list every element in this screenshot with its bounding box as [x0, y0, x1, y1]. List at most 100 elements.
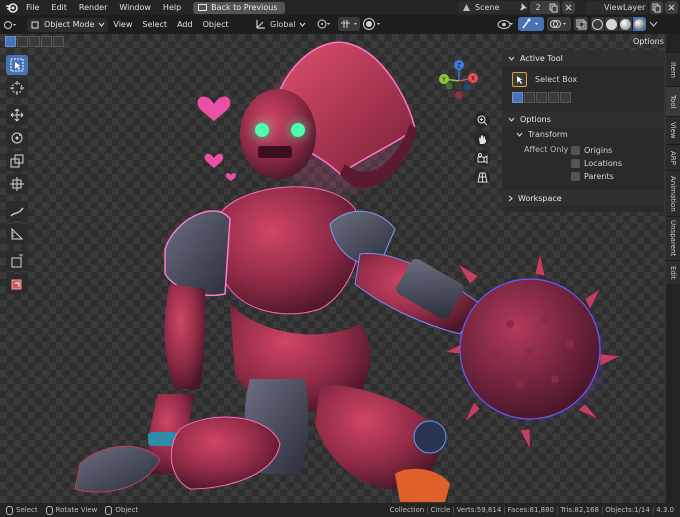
- chevron-down-icon: [99, 22, 105, 27]
- tool-rotate[interactable]: [6, 128, 28, 148]
- tool-add-object[interactable]: [6, 274, 28, 294]
- editor-type-icon[interactable]: [3, 18, 17, 32]
- proportional-edit-icon[interactable]: [362, 17, 383, 31]
- locations-label: Locations: [584, 159, 623, 168]
- pin-icon[interactable]: [518, 3, 527, 12]
- tool-move[interactable]: [6, 105, 28, 125]
- add-cube-icon: [11, 254, 23, 268]
- robot-shoulder: [164, 210, 231, 296]
- tab-animation[interactable]: Animation: [666, 170, 680, 216]
- stat-verts: Verts:59,814: [456, 506, 502, 514]
- tab-edit[interactable]: Edit: [666, 260, 680, 284]
- tab-tool[interactable]: Tool: [666, 86, 680, 116]
- visibility-icon[interactable]: [497, 18, 515, 31]
- pivot-icon[interactable]: [317, 18, 331, 30]
- back-to-previous-button[interactable]: Back to Previous: [193, 1, 285, 14]
- zoom-button[interactable]: [474, 112, 490, 128]
- rendered-sphere-icon: [634, 18, 645, 30]
- select-subtract-button[interactable]: [29, 36, 40, 47]
- blender-logo-icon[interactable]: [4, 1, 20, 14]
- gizmo-toggle-button[interactable]: [518, 17, 544, 31]
- select-extend-button[interactable]: [17, 36, 28, 47]
- tab-view[interactable]: View: [666, 116, 680, 144]
- tool-measure[interactable]: [6, 224, 28, 244]
- gizmo-icon: [522, 18, 538, 29]
- shading-solid-button[interactable]: [605, 17, 618, 31]
- status-bar: Select Rotate View Object Collection | Ci…: [0, 503, 680, 517]
- checkbox-origins[interactable]: Origins: [571, 144, 622, 157]
- robot-hand-left: [74, 445, 161, 493]
- mode-extend-button[interactable]: [524, 92, 535, 103]
- checkbox-parents[interactable]: Parents: [571, 170, 622, 183]
- scene-user-count[interactable]: 2: [530, 1, 546, 14]
- select-new-button[interactable]: [5, 36, 16, 47]
- menu-help[interactable]: Help: [157, 0, 187, 15]
- select-box-tool-icon[interactable]: [512, 72, 527, 87]
- xray-button[interactable]: [574, 17, 588, 31]
- overlays-icon: [550, 20, 566, 28]
- scene-remove-button[interactable]: [562, 1, 575, 14]
- menu-window[interactable]: Window: [113, 0, 157, 15]
- transform-subheader[interactable]: Transform: [502, 127, 664, 142]
- snap-icon[interactable]: [337, 17, 360, 31]
- mode-intersect-button[interactable]: [560, 92, 571, 103]
- menu-render[interactable]: Render: [73, 0, 113, 15]
- parents-checkbox-box[interactable]: [571, 172, 580, 181]
- navigation-gizmo[interactable]: Z Y X: [434, 56, 484, 106]
- select-box-icon: [10, 58, 24, 72]
- shading-material-button[interactable]: [619, 17, 632, 31]
- stat-tris: Tris:82,168: [560, 506, 599, 514]
- overlays-button[interactable]: [547, 17, 571, 31]
- tab-arp[interactable]: ARP: [666, 144, 680, 170]
- mode-new-button[interactable]: [512, 92, 523, 103]
- pan-button[interactable]: [474, 131, 490, 147]
- tool-select-box[interactable]: [6, 55, 28, 75]
- shading-modes: [591, 17, 646, 31]
- shading-wireframe-button[interactable]: [591, 17, 604, 31]
- scene-statistics: Collection | Circle | Verts:59,814 | Faces:…: [389, 506, 674, 514]
- menu-add[interactable]: Add: [172, 20, 198, 29]
- checkbox-locations[interactable]: Locations: [571, 157, 622, 170]
- tab-item[interactable]: Item: [666, 52, 680, 86]
- tool-cursor[interactable]: [6, 78, 28, 98]
- status-select-hint: Select: [6, 505, 38, 515]
- select-mode-buttons: [5, 36, 64, 48]
- menu-edit[interactable]: Edit: [45, 0, 73, 15]
- view-layer-remove-button[interactable]: [665, 1, 678, 14]
- tab-view-label: View: [669, 122, 677, 139]
- tab-unsparent-label: Unsparent: [669, 220, 677, 257]
- origins-checkbox-box[interactable]: [571, 146, 580, 155]
- select-invert-button[interactable]: [41, 36, 52, 47]
- select-intersect-button[interactable]: [53, 36, 64, 47]
- perspective-toggle-button[interactable]: [474, 169, 490, 185]
- tool-transform[interactable]: [6, 174, 28, 194]
- camera-icon: [477, 152, 487, 164]
- tab-animation-label: Animation: [669, 175, 677, 212]
- view-layer-copy-button[interactable]: [650, 1, 663, 14]
- options-header[interactable]: Options: [502, 111, 664, 127]
- menu-view[interactable]: View: [108, 20, 137, 29]
- mode-subtract-button[interactable]: [536, 92, 547, 103]
- menu-file[interactable]: File: [20, 0, 45, 15]
- workspace-header[interactable]: Workspace: [502, 190, 664, 206]
- tab-unsparent[interactable]: Unsparent: [666, 216, 680, 260]
- active-tool-header[interactable]: Active Tool: [502, 50, 664, 66]
- menu-object[interactable]: Object: [198, 20, 234, 29]
- mode-selector[interactable]: Object Mode: [27, 17, 109, 32]
- menu-select[interactable]: Select: [137, 20, 172, 29]
- tool-scale[interactable]: [6, 151, 28, 171]
- mode-invert-button[interactable]: [548, 92, 559, 103]
- tool-annotate[interactable]: [6, 201, 28, 221]
- view-layer-selector[interactable]: ViewLayer: [586, 1, 648, 14]
- tool-add-cube[interactable]: [6, 251, 28, 271]
- camera-view-button[interactable]: [474, 150, 490, 166]
- robot-arm-left: [164, 284, 205, 389]
- scene-copy-button[interactable]: [546, 1, 560, 14]
- orientation-label[interactable]: Global: [270, 20, 296, 29]
- active-tool-name: Select Box: [535, 75, 578, 84]
- chevron-down-icon: [508, 56, 515, 61]
- mouse-left-icon: [6, 505, 13, 515]
- locations-checkbox-box[interactable]: [571, 159, 580, 168]
- shading-rendered-button[interactable]: [633, 17, 646, 31]
- chevron-down-icon[interactable]: [649, 21, 658, 28]
